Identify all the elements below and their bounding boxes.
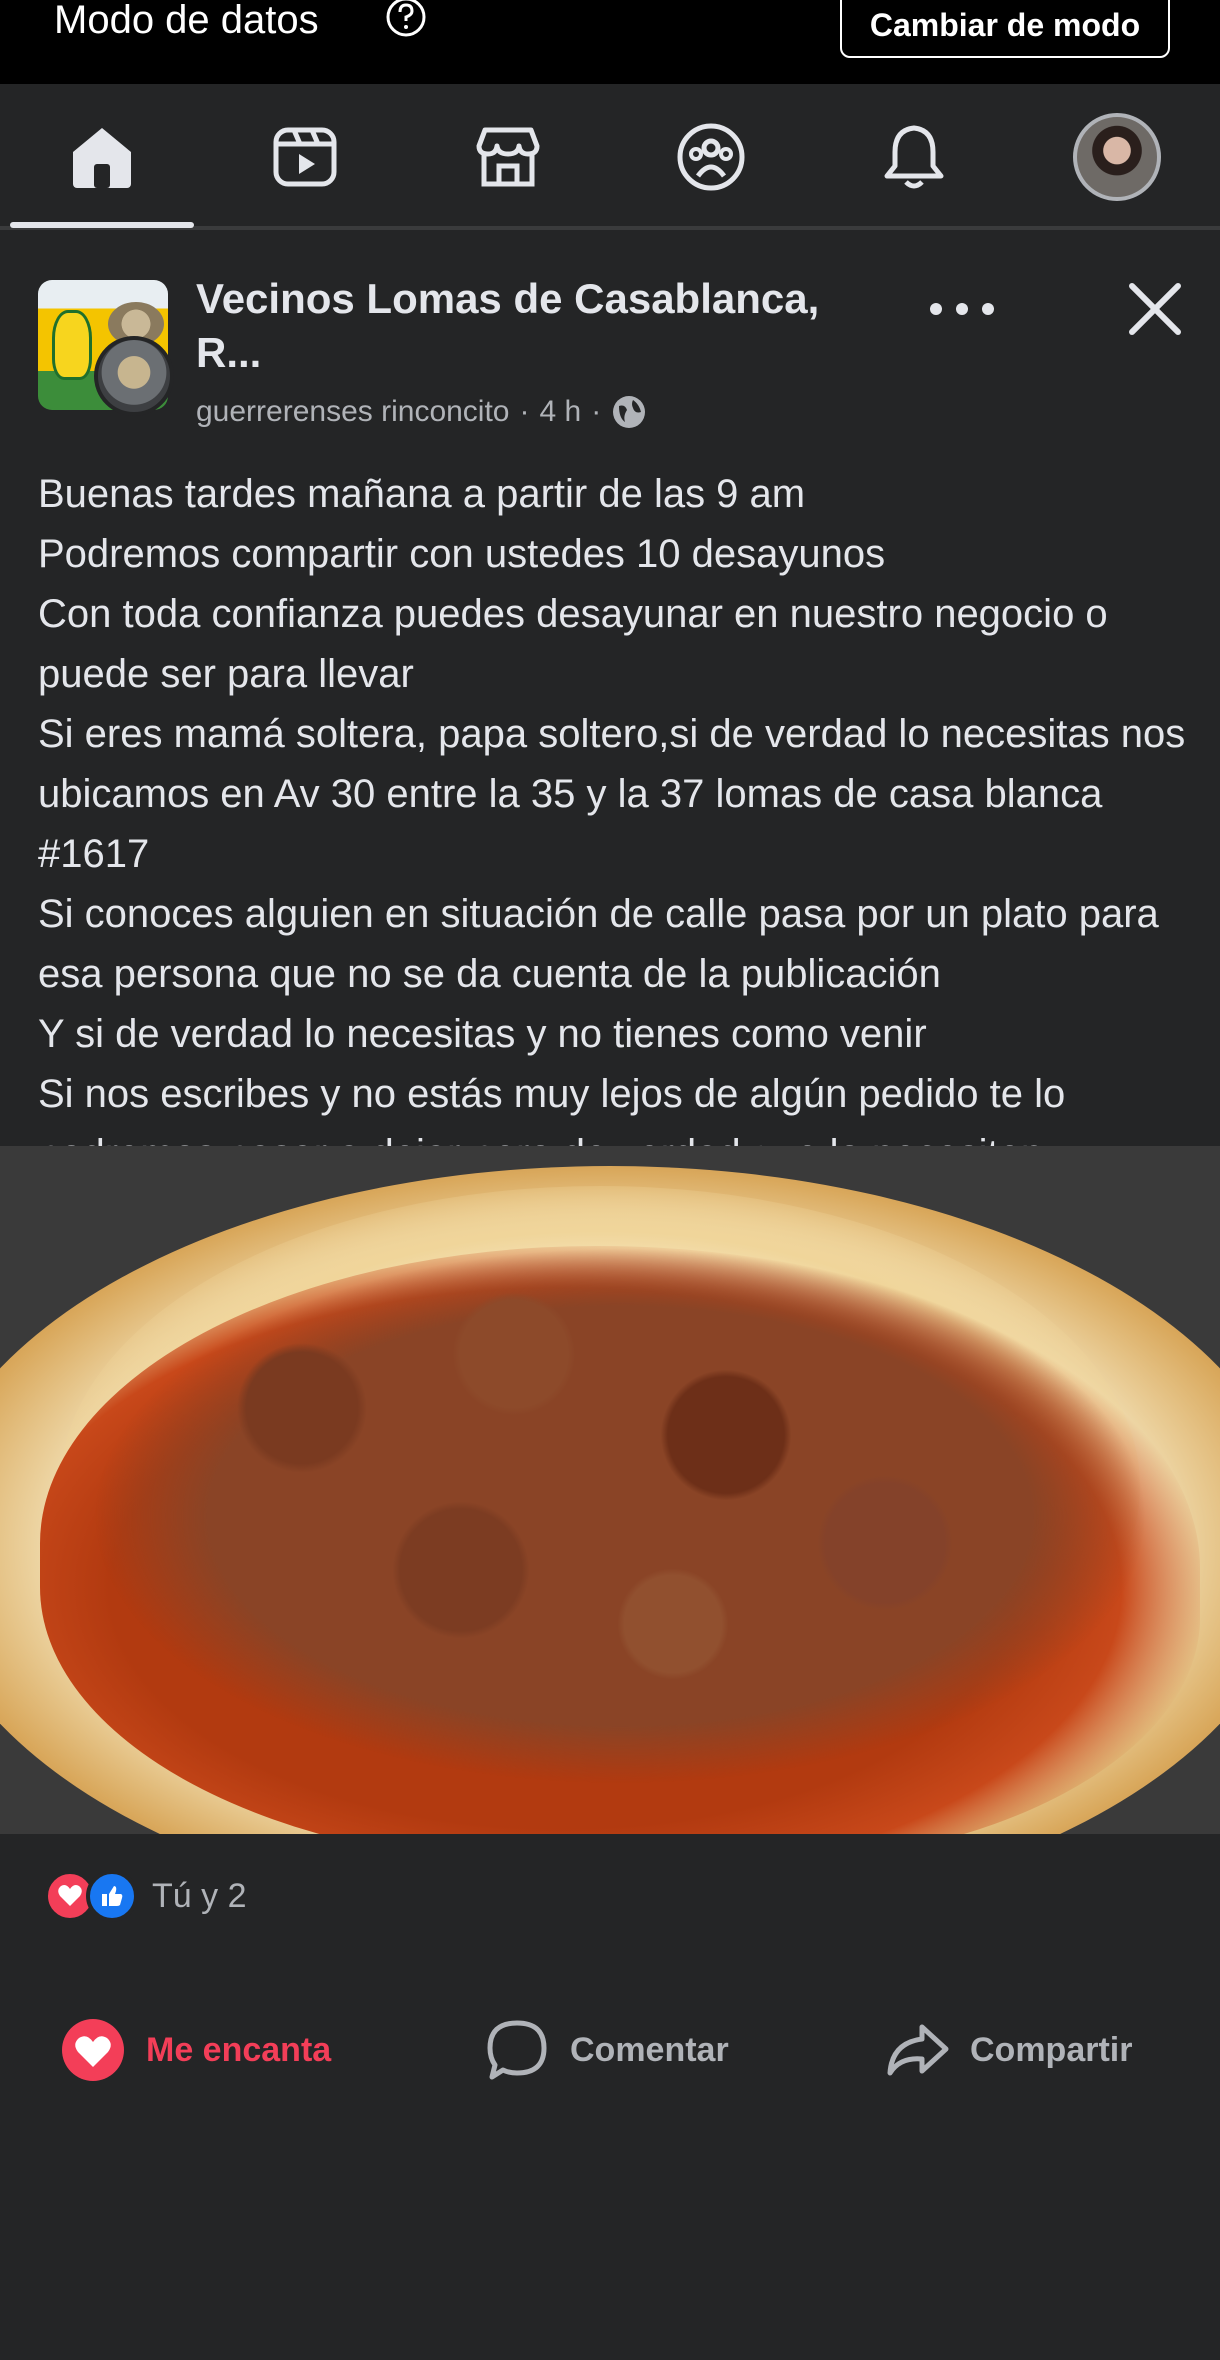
post-meta: guerrerenses rinconcito · 4 h ·: [196, 394, 647, 430]
comment-icon: [487, 2020, 547, 2080]
love-label: Me encanta: [146, 2030, 332, 2069]
tab-home[interactable]: [32, 84, 172, 230]
profile-avatar: [1073, 113, 1161, 201]
post-text: Buenas tardes mañana a partir de las 9 a…: [38, 472, 1186, 1236]
data-mode-label: Modo de datos: [54, 0, 319, 42]
love-button[interactable]: Me encanta: [60, 1990, 331, 2110]
group-name-link[interactable]: Vecinos Lomas de Casablanca, R...: [196, 272, 876, 380]
mascot-image: [52, 310, 92, 380]
tab-groups[interactable]: [641, 84, 781, 230]
globe-icon: [613, 396, 646, 428]
post-time[interactable]: 4 h: [540, 395, 582, 429]
meta-separator: ·: [519, 395, 530, 428]
post-photo[interactable]: [0, 1146, 1220, 1834]
video-icon: [273, 127, 337, 187]
heart-icon: [62, 2019, 124, 2081]
change-mode-button[interactable]: Cambiar de modo: [840, 0, 1170, 58]
close-icon[interactable]: [1124, 278, 1186, 340]
store-icon: [476, 127, 540, 187]
tab-notifications[interactable]: [844, 84, 984, 230]
top-navigation: [0, 84, 1220, 230]
reactions-count: Tú y 2: [152, 1876, 247, 1915]
photo-meat: [90, 1246, 1150, 1786]
data-mode-bar: Modo de datos Cambiar de modo: [0, 0, 1220, 84]
groups-icon: [677, 123, 745, 191]
like-reaction-icon: [86, 1870, 138, 1922]
author-avatar[interactable]: [94, 336, 174, 416]
comment-label: Comentar: [570, 2030, 729, 2069]
bell-icon: [884, 125, 944, 189]
comment-button[interactable]: Comentar: [484, 1990, 729, 2110]
share-label: Compartir: [970, 2030, 1133, 2069]
tab-profile[interactable]: [1047, 84, 1187, 230]
post-actions: Me encanta Comentar Compartir: [0, 1990, 1220, 2110]
reactions-summary[interactable]: Tú y 2: [44, 1870, 246, 1922]
tab-marketplace[interactable]: [438, 84, 578, 230]
share-icon: [887, 2024, 949, 2076]
more-options-icon[interactable]: [922, 294, 1002, 324]
tab-video[interactable]: [235, 84, 375, 230]
question-circle-icon[interactable]: [380, 0, 432, 38]
meta-separator: ·: [591, 395, 602, 428]
author-name[interactable]: guerrerenses rinconcito: [196, 395, 510, 429]
share-button[interactable]: Compartir: [884, 1990, 1132, 2110]
home-icon: [73, 128, 131, 188]
active-tab-indicator: [10, 222, 194, 228]
